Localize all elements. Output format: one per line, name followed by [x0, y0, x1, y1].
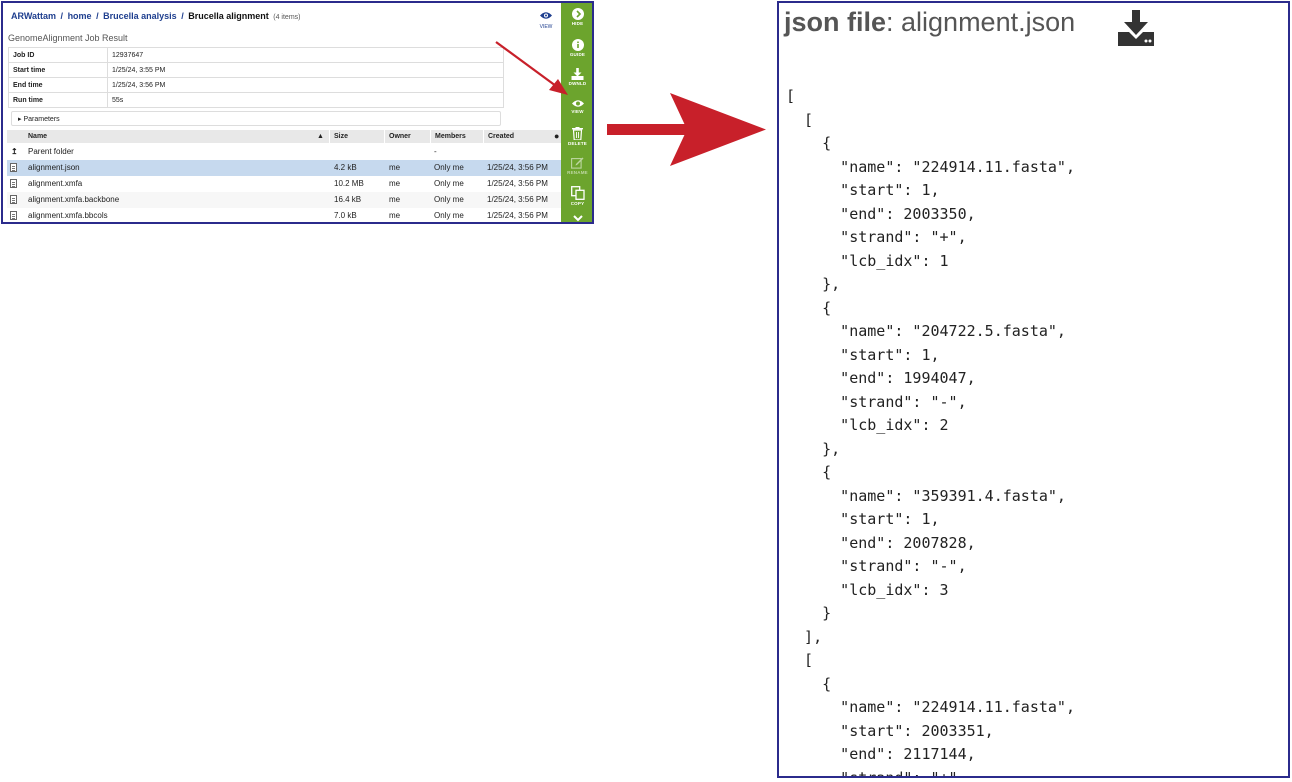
- viewer-title: json file: alignment.json: [784, 7, 1075, 38]
- viewer-title-bold: json file: [784, 7, 887, 37]
- json-viewer-panel: json file: alignment.json [ [ { "name": …: [777, 1, 1290, 778]
- viewer-title-filename: : alignment.json: [886, 7, 1076, 37]
- json-content: [ [ { "name": "224914.11.fasta", "start"…: [786, 87, 1075, 778]
- download-icon[interactable]: [1117, 10, 1155, 46]
